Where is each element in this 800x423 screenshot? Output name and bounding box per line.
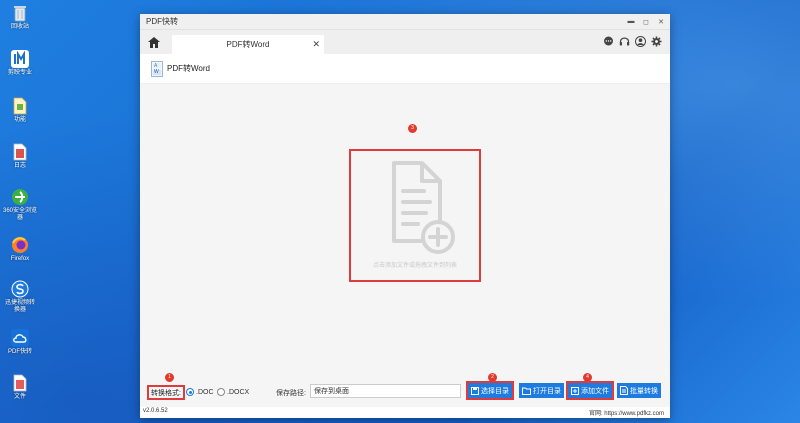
desktop-icon-label: Firefox — [10, 256, 30, 262]
add-file-icon — [392, 161, 455, 254]
select-directory-button[interactable]: 选择目录 — [466, 381, 514, 400]
page-title: PDF转Word — [167, 64, 210, 73]
drop-zone-hint: 点击添加文件或拖拽文件到列表 — [372, 263, 457, 269]
radio-docx-dot[interactable] — [217, 388, 225, 396]
bottom-toolbar: 1 转换格式: .DOC .DOCX 保存路径: 保存到桌面 2 选择目录 打开… — [140, 373, 670, 407]
home-button[interactable] — [140, 30, 168, 54]
file-list-area[interactable]: 3 点击添加文件或拖拽文件到列表 — [140, 84, 670, 379]
status-bar: v2.0.6.52 官网: https://www.pdfkz.com — [140, 407, 670, 418]
open-directory-label: 打开目录 — [533, 387, 561, 395]
plus-box-icon — [571, 386, 579, 395]
desktop-icon-label: 文件 — [13, 394, 26, 400]
desktop-icon-label: 剪映专业 — [7, 70, 32, 76]
batch-convert-label: 批量转换 — [630, 387, 658, 395]
batch-convert-button[interactable]: 批量转换 — [617, 383, 661, 398]
step-badge-2: 2 — [488, 373, 497, 382]
website-link[interactable]: 官网: https://www.pdfkz.com — [589, 408, 664, 417]
gear-icon[interactable] — [650, 35, 662, 47]
desktop-icon-recycle-bin[interactable]: 回收站 — [3, 4, 37, 31]
radio-doc-dot[interactable] — [186, 388, 194, 396]
title-bar: PDF快转 ▬ ◻ ✕ — [140, 14, 670, 30]
save-path-label: 保存路径: — [276, 390, 306, 397]
tab-close-button[interactable]: ✕ — [312, 39, 320, 50]
document-icon — [11, 143, 29, 161]
tab-pdf-to-word[interactable]: PDF转Word ✕ — [172, 35, 324, 54]
step-badge-1: 1 — [165, 373, 174, 382]
radio-doc[interactable]: .DOC — [186, 388, 214, 396]
video-converter-icon — [11, 280, 29, 298]
convert-icon — [620, 386, 628, 395]
open-directory-button[interactable]: 打开目录 — [519, 383, 564, 398]
radio-docx-label: .DOCX — [227, 388, 250, 396]
drop-zone[interactable]: 点击添加文件或拖拽文件到列表 — [349, 149, 481, 282]
document-icon — [11, 374, 29, 392]
desktop-icon-label: 回收站 — [10, 24, 29, 30]
desktop-icon-label: 360安全浏览器 — [3, 208, 38, 221]
version-label: v2.0.6.52 — [143, 408, 168, 414]
recycle-bin-icon — [11, 4, 29, 22]
window-title: PDF快转 — [146, 17, 178, 26]
format-label: 转换格式: — [147, 385, 185, 400]
page-header: A W PDF转Word — [140, 54, 670, 84]
chat-icon[interactable] — [602, 35, 614, 47]
select-directory-label: 选择目录 — [481, 387, 509, 395]
desktop-icon-label: 迅捷视频转换器 — [4, 300, 35, 313]
desktop-icon-video-editor[interactable]: 剪映专业 — [3, 50, 37, 77]
desktop-icon-label: 功能 — [13, 117, 26, 123]
desktop-icon-doc-2[interactable]: 日志 — [3, 143, 37, 170]
desktop-icon-doc-1[interactable]: 功能 — [3, 97, 37, 124]
tab-label: PDF转Word — [226, 40, 270, 49]
step-badge-4: 4 — [583, 373, 592, 382]
desktop-icon-label: PDF快转 — [7, 349, 32, 355]
save-icon — [471, 386, 479, 395]
file-icon-letter-w: W — [154, 69, 159, 75]
headset-icon[interactable] — [618, 35, 630, 47]
desktop-icon-video-converter[interactable]: 迅捷视频转换器 — [3, 280, 37, 314]
video-editor-icon — [11, 50, 29, 68]
desktop-icon-label: 日志 — [13, 163, 26, 169]
home-icon — [148, 36, 160, 48]
save-path-input[interactable]: 保存到桌面 — [310, 384, 461, 398]
firefox-icon — [11, 236, 29, 254]
app-window: PDF快转 ▬ ◻ ✕ PDF转Word ✕ A W PDF转Word 3 点击… — [140, 14, 670, 418]
document-icon — [11, 97, 29, 115]
browser-360-icon — [11, 188, 29, 206]
tab-bar: PDF转Word ✕ — [140, 30, 670, 54]
radio-docx[interactable]: .DOCX — [217, 388, 249, 396]
user-icon[interactable] — [634, 35, 646, 47]
desktop-icon-360-browser[interactable]: 360安全浏览器 — [3, 188, 37, 222]
cloud-icon — [11, 329, 29, 347]
folder-icon — [522, 387, 531, 395]
desktop-icon-doc-3[interactable]: 文件 — [3, 374, 37, 401]
minimize-button[interactable]: ▬ — [625, 16, 637, 28]
maximize-button[interactable]: ◻ — [640, 16, 652, 28]
desktop-icon-pdf-app[interactable]: PDF快转 — [3, 329, 37, 356]
close-window-button[interactable]: ✕ — [655, 16, 667, 28]
step-badge-3: 3 — [408, 124, 417, 133]
add-file-label: 添加文件 — [581, 387, 609, 395]
desktop-icon-firefox[interactable]: Firefox — [3, 236, 37, 263]
toolbar-icons — [602, 35, 662, 47]
radio-doc-label: .DOC — [196, 388, 214, 396]
add-file-button[interactable]: 添加文件 — [566, 381, 614, 400]
